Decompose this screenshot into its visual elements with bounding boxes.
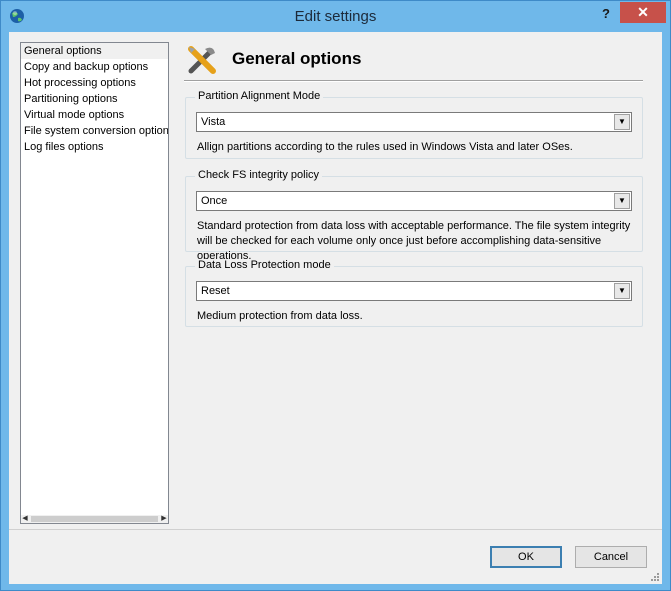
sidebar-item-fs-conversion[interactable]: File system conversion options [21,123,168,139]
chevron-down-icon[interactable]: ▼ [614,114,630,130]
horizontal-scrollbar[interactable]: ◀ ▶ [21,515,168,523]
group-legend: Check FS integrity policy [195,169,323,181]
dialog-client: General options Copy and backup options … [9,32,662,584]
sidebar-item-virtual-mode[interactable]: Virtual mode options [21,107,168,123]
chevron-down-icon[interactable]: ▼ [614,283,630,299]
scroll-left-icon[interactable]: ◀ [21,515,29,523]
select-value: Vista [201,116,226,128]
fs-integrity-group: Check FS integrity policy Once ▼ Standar… [185,169,643,262]
tools-icon [188,46,216,74]
edit-settings-window: Edit settings ? ✕ General options Copy a… [0,0,671,591]
sidebar-item-hot-processing[interactable]: Hot processing options [21,75,168,91]
dialog-footer: OK Cancel [9,529,662,584]
header-divider [184,80,643,82]
sidebar-item-general[interactable]: General options [21,43,168,59]
group-legend: Partition Alignment Mode [195,90,324,102]
partition-alignment-select[interactable]: Vista ▼ [196,112,632,132]
options-list[interactable]: General options Copy and backup options … [20,42,169,524]
footer-divider [9,529,662,530]
sidebar-item-log-files[interactable]: Log files options [21,139,168,155]
sidebar-item-partitioning[interactable]: Partitioning options [21,91,168,107]
ok-button[interactable]: OK [490,546,562,568]
close-button[interactable]: ✕ [620,2,666,23]
help-button[interactable]: ? [595,4,617,24]
sidebar-item-copy-backup[interactable]: Copy and backup options [21,59,168,75]
resize-grip-icon[interactable] [650,572,660,582]
group-legend: Data Loss Protection mode [195,259,334,271]
select-value: Reset [201,285,230,297]
fs-integrity-select[interactable]: Once ▼ [196,191,632,211]
group-description: Allign partitions according to the rules… [197,141,573,153]
page-title: General options [232,49,362,68]
window-title: Edit settings [294,8,377,25]
scrollbar-thumb[interactable] [31,516,158,522]
data-loss-protection-select[interactable]: Reset ▼ [196,281,632,301]
cancel-button[interactable]: Cancel [575,546,647,568]
group-description: Medium protection from data loss. [197,310,363,322]
partition-alignment-group: Partition Alignment Mode Vista ▼ Allign … [185,90,643,159]
scroll-right-icon[interactable]: ▶ [160,515,168,523]
data-loss-protection-group: Data Loss Protection mode Reset ▼ Medium… [185,259,643,327]
select-value: Once [201,195,228,207]
group-description: Standard protection from data loss with … [197,220,631,262]
chevron-down-icon[interactable]: ▼ [614,193,630,209]
title-bar[interactable]: Edit settings ? ✕ [1,1,670,32]
